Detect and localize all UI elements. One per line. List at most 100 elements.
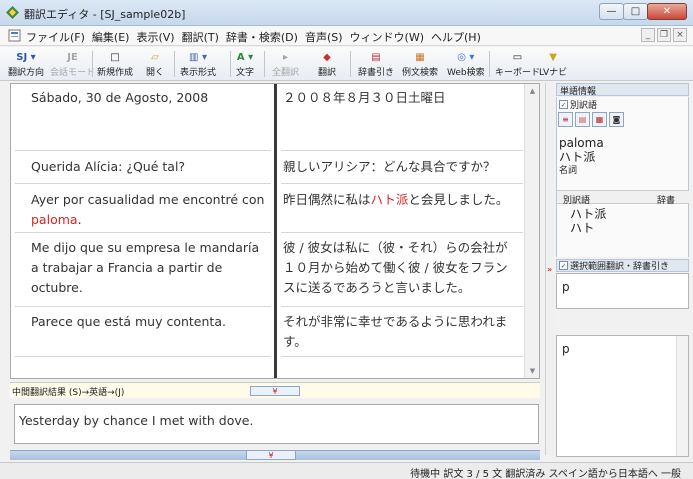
target-sentence-3[interactable]: 昨日偶然に私はハト派と会見しました。 [283,190,508,210]
list-icon[interactable]: ≡ [558,112,573,127]
source-sentence-3[interactable]: Ayer por casualidad me encontré con [31,190,264,210]
highlighted-translation[interactable]: ハト派 [371,192,409,207]
menu-window[interactable]: ウィンドウ(W) [350,29,424,45]
menu-voice[interactable]: 音声(S) [305,29,343,45]
example-search-button[interactable]: ▦ 例文検索 [402,49,438,79]
mdi-close-button[interactable]: × [673,28,687,42]
checkbox-icon[interactable]: ✓ [559,100,568,109]
status-bar: 待機中 訳文 3 / 5 文 翻訳済み スペイン語から日本語へ 一般 [0,462,693,479]
menu-edit[interactable]: 編集(E) [92,29,130,45]
target-sentence-4c[interactable]: スに送るであろうと言いました。 [283,278,470,298]
selection-output-text: p [562,342,570,356]
source-sentence-3-end[interactable]: paloma. [31,210,82,230]
output-scrollbar[interactable] [676,336,688,456]
menu-dictionary[interactable]: 辞書・検索(D) [226,29,298,45]
target-sentence-4b[interactable]: １０月から始めて働く彼 / 彼女をフラン [283,258,508,278]
editor-scrollbar[interactable]: ▲ ▼ [524,84,539,378]
text-button[interactable]: A ▾ 文字 [236,49,254,79]
segment-divider [281,183,523,184]
open-folder-icon: ▱ [151,51,159,63]
expand-button[interactable]: ¥ [246,450,296,460]
source-word: paloma [559,136,604,150]
keyboard-icon: ▭ [512,51,523,63]
segment-divider [15,306,271,307]
window-title: 翻訳エディタ - [SJ_sample02b] [24,8,186,21]
menu-file[interactable]: ファイル(F) [26,29,85,45]
lv-navi-button[interactable]: ▼ LVナビ [539,49,567,79]
display-format-label: 表示形式 [180,68,217,78]
direction-button[interactable]: SJ ▾ 翻訳方向 [8,49,44,79]
target-sentence-5a[interactable]: それが非常に幸せであるように思われま [283,312,507,332]
target-sentence-5b[interactable]: す。 [283,332,307,352]
conversation-mode-button[interactable]: JE 会話モード [50,49,95,79]
grid-tool-icon[interactable]: ▦ [592,112,607,127]
translate-all-icon: ▸ [282,51,289,63]
display-format-icon: ▥ ▾ [189,51,207,63]
globe-icon: ◎ ▾ [457,51,475,63]
edit-tool-icon[interactable]: ◙ [609,112,624,127]
keyboard-button[interactable]: ▭ キーボード [495,49,540,79]
selection-translate-label: 選択範囲翻訳・辞書引き [570,262,670,272]
translate-all-label: 全翻訳 [272,68,300,78]
translation-editor[interactable]: Sábado, 30 de Agosto, 2008 Querida Alíci… [10,83,540,379]
toolbar-separator [350,51,351,77]
target-sentence-2[interactable]: 親しいアリシア：どんな具合ですか？ [283,157,496,177]
segment-divider [281,150,523,151]
alternative-item[interactable]: ハト [570,219,594,236]
source-sentence-1[interactable]: Sábado, 30 de Agosto, 2008 [31,88,208,108]
segment-divider [281,356,523,357]
target-sentence-1[interactable]: ２００８年８月３０日土曜日 [283,88,446,108]
source-sentence-4b[interactable]: a trabajar a Francia a partir de [31,258,222,278]
source-sentence-2[interactable]: Querida Alícia: ¿Qué tal? [31,157,185,177]
dictionary-lookup-button[interactable]: ▤ 辞書引き [358,49,394,79]
scroll-up-icon[interactable]: ▲ [525,84,539,98]
intermediate-result-text[interactable]: Yesterday by chance I met with dove. [14,404,539,444]
web-search-label: Web検索 [447,68,485,78]
text-label: 文字 [236,68,255,78]
segment-divider [281,232,523,233]
sentence-period: . [77,212,82,227]
source-sentence-5[interactable]: Parece que está muy contenta. [31,312,226,332]
menu-view[interactable]: 表示(V) [136,29,174,45]
new-button[interactable]: □ 新規作成 [97,49,133,79]
maximize-button[interactable]: □ [623,3,648,20]
collapse-button[interactable]: ¥ [250,386,300,396]
target-text: 昨日偶然に私は [283,192,371,207]
toolbar: SJ ▾ 翻訳方向 JE 会話モード □ 新規作成 ▱ 開く ▥ ▾ 表示形式 … [0,47,693,81]
open-button[interactable]: ▱ 開く [146,49,164,79]
expand-panel-icon[interactable]: » [547,265,552,274]
alternative-checkbox[interactable]: ✓ 別訳語 [559,98,597,111]
highlighted-word[interactable]: paloma [31,212,78,227]
bottom-panel-bar: ¥ [10,450,540,460]
web-search-button[interactable]: ◎ ▾ Web検索 [447,49,485,79]
alternative-label: 別訳語 [570,101,598,111]
selection-input[interactable]: p [556,273,689,309]
source-sentence-4a[interactable]: Me dijo que su empresa le mandaría [31,238,259,258]
target-text: と会見しました。 [408,192,509,207]
panel-splitter[interactable]: » [545,83,554,455]
translate-button[interactable]: ◆ 翻訳 [318,49,336,79]
mdi-minimize-button[interactable]: _ [641,28,655,42]
new-document-icon: □ [110,51,120,63]
source-sentence-4c[interactable]: octubre. [31,278,83,298]
display-format-button[interactable]: ▥ ▾ 表示形式 [180,49,216,79]
dictionary-tool-icon[interactable]: ▤ [575,112,590,127]
title-bar: 翻訳エディタ - [SJ_sample02b] — □ ✕ [0,0,693,26]
app-icon [6,6,19,19]
scroll-down-icon[interactable]: ▼ [525,364,539,378]
minimize-button[interactable]: — [599,3,624,20]
close-button[interactable]: ✕ [647,3,687,20]
mdi-restore-button[interactable]: ❐ [657,28,671,42]
checkbox-icon[interactable]: ✓ [559,261,568,270]
menu-bar: ファイル(F) 編集(E) 表示(V) 翻訳(T) 辞書・検索(D) 音声(S)… [0,26,693,46]
toolbar-separator [489,51,490,77]
new-label: 新規作成 [97,68,134,78]
menu-help[interactable]: ヘルプ(H) [431,29,481,45]
translate-all-button[interactable]: ▸ 全翻訳 [272,49,299,79]
column-divider[interactable] [274,84,277,378]
menu-translate[interactable]: 翻訳(T) [182,29,219,45]
word-translation: ハト派 [559,150,596,164]
document-icon [8,29,21,42]
selection-output[interactable]: p [556,335,689,457]
target-sentence-4a[interactable]: 彼 / 彼女は私に（彼・それ）らの会社が [283,238,508,258]
